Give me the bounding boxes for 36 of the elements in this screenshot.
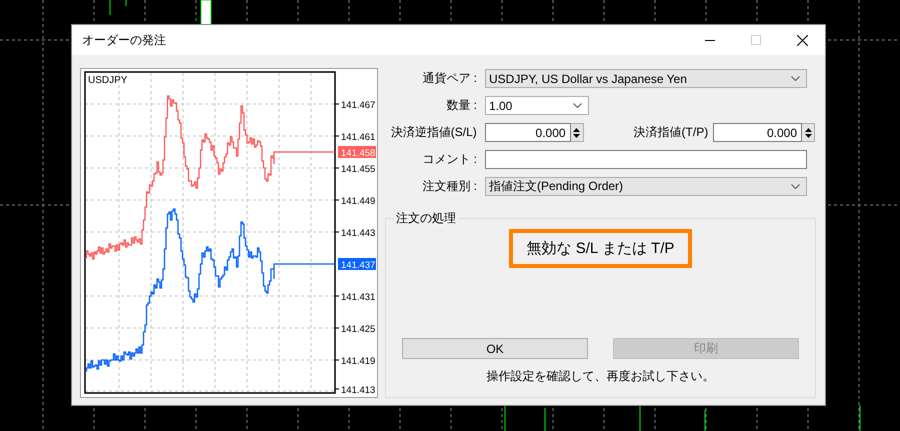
price-axis-label: 141.425 bbox=[341, 324, 376, 335]
dropdown-caret-icon bbox=[573, 103, 582, 108]
volume-dropdown[interactable]: 1.00 bbox=[485, 96, 589, 115]
field-label: 通貨ペア : bbox=[421, 70, 478, 87]
hint-text: 操作設定を確認して、再度お試し下さい。 bbox=[486, 368, 714, 385]
error-message: 無効な S/L または T/P bbox=[508, 229, 692, 268]
field-label: 決済指値(T/P) bbox=[632, 124, 710, 141]
price-axis-label: 141.461 bbox=[341, 132, 376, 143]
dropdown-caret-icon bbox=[791, 184, 800, 189]
bid-price-marker: 141.437 bbox=[338, 258, 376, 271]
ask-price-marker: 141.458 bbox=[338, 146, 376, 159]
symbol-dropdown[interactable]: USDJPY, US Dollar vs Japanese Yen bbox=[485, 69, 807, 88]
stop-loss-input[interactable]: 0.000 bbox=[484, 123, 571, 142]
price-axis-label: 141.455 bbox=[341, 164, 376, 175]
field-label: 注文種別 : bbox=[421, 178, 478, 195]
price-axis-label: 141.431 bbox=[341, 292, 376, 303]
window-title: オーダーの発注 bbox=[82, 32, 167, 48]
order-type-dropdown[interactable]: 指値注文(Pending Order) bbox=[485, 177, 807, 196]
spinner-arrows-icon[interactable] bbox=[802, 123, 815, 142]
close-icon bbox=[796, 34, 808, 46]
ok-button[interactable]: OK bbox=[402, 338, 588, 359]
group-title: 注文の処理 bbox=[395, 210, 457, 227]
comment-input[interactable] bbox=[485, 150, 807, 169]
price-axis-label: 141.467 bbox=[341, 100, 376, 111]
price-axis-label: 141.419 bbox=[341, 356, 376, 367]
symbol-label: USDJPY bbox=[88, 75, 128, 86]
price-axis-label: 141.443 bbox=[341, 228, 376, 239]
spinner-arrows-icon[interactable] bbox=[570, 123, 584, 142]
take-profit-input[interactable]: 0.000 bbox=[713, 123, 802, 142]
field-label: 数量 : bbox=[445, 97, 478, 114]
price-axis-label: 141.449 bbox=[341, 196, 376, 207]
dropdown-caret-icon bbox=[791, 76, 800, 81]
price-axis-label: 141.413 bbox=[341, 385, 376, 396]
maximize-icon bbox=[751, 35, 761, 45]
field-label: コメント : bbox=[421, 151, 478, 168]
field-label: 決済逆指値(S/L) bbox=[390, 124, 478, 141]
